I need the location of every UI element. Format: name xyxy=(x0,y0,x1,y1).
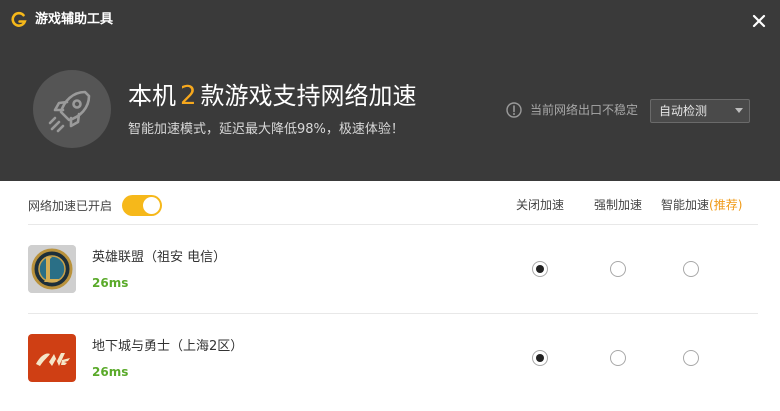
radio-smart[interactable] xyxy=(683,261,699,277)
game-latency: 26ms xyxy=(92,365,129,379)
radio-force[interactable] xyxy=(610,350,626,366)
radio-smart[interactable] xyxy=(683,350,699,366)
recommended-tag: (推荐) xyxy=(709,198,743,212)
header-panel: 游戏辅助工具 本机 2 款游戏支持网络加速 智能加速模式，延迟最大降低98%，极速体… xyxy=(0,0,780,181)
league-of-legends-icon xyxy=(28,245,76,293)
chevron-down-icon xyxy=(735,108,743,113)
divider xyxy=(28,313,758,314)
title-bar[interactable]: 游戏辅助工具 xyxy=(0,0,780,40)
column-off-label: 关闭加速 xyxy=(516,198,565,212)
column-smart-label: 智能加速 xyxy=(661,198,710,212)
acceleration-toggle[interactable] xyxy=(122,195,162,216)
detect-mode-value: 自动检测 xyxy=(659,104,708,118)
app-title: 游戏辅助工具 xyxy=(35,12,114,27)
dnf-icon xyxy=(28,334,76,382)
network-warning-text: 当前网络出口不稳定 xyxy=(530,103,639,117)
divider xyxy=(28,224,758,225)
radio-off[interactable] xyxy=(532,350,548,366)
close-icon[interactable] xyxy=(750,12,768,30)
subheadline: 智能加速模式，延迟最大降低98%，极速体验！ xyxy=(128,122,404,137)
acceleration-toggle-label: 网络加速已开启 xyxy=(28,199,113,213)
rocket-badge xyxy=(33,70,111,148)
game-name: 英雄联盟（祖安 电信） xyxy=(92,250,227,265)
warning-icon xyxy=(506,102,522,118)
game-latency: 26ms xyxy=(92,276,129,290)
headline: 本机 2 款游戏支持网络加速 xyxy=(128,80,417,112)
column-force-label: 强制加速 xyxy=(594,198,643,212)
toggle-knob xyxy=(143,197,160,214)
headline-prefix: 本机 xyxy=(128,82,176,110)
rocket-icon xyxy=(48,90,91,133)
radio-force[interactable] xyxy=(610,261,626,277)
column-smart-header: 智能加速(推荐) xyxy=(661,197,742,213)
radio-off[interactable] xyxy=(532,261,548,277)
app-logo-icon xyxy=(11,11,27,27)
game-name: 地下城与勇士（上海2区） xyxy=(92,339,244,354)
headline-suffix: 款游戏支持网络加速 xyxy=(200,82,417,110)
game-count: 2 xyxy=(180,81,197,111)
detect-mode-select[interactable]: 自动检测 xyxy=(650,99,750,123)
